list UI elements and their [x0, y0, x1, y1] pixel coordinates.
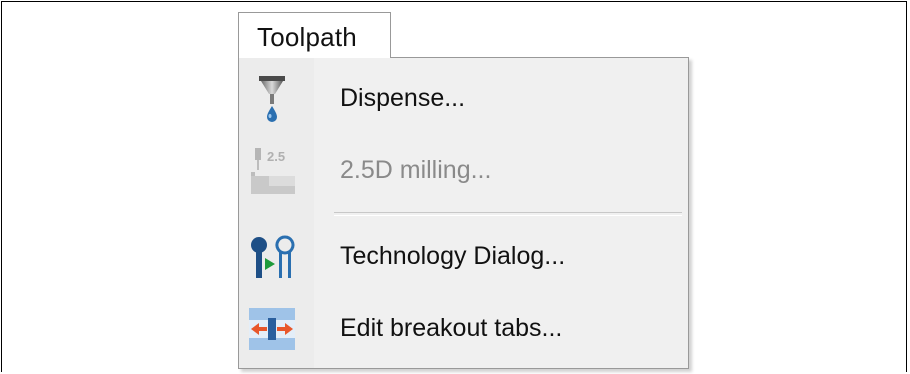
menu-tab-toolpath[interactable]: Toolpath [238, 12, 391, 58]
menu-item-label: Edit breakout tabs... [340, 314, 563, 342]
menu-item-technology-dialog[interactable]: Technology Dialog... [239, 226, 688, 288]
menu-item-label: 2.5D milling... [340, 156, 492, 184]
breakout-tabs-icon [249, 308, 295, 350]
menu-item-dispense[interactable]: Dispense... [239, 68, 688, 130]
menu-separator [334, 212, 682, 216]
menu-item-edit-breakout-tabs[interactable]: Edit breakout tabs... [239, 298, 688, 360]
dispense-icon [259, 76, 285, 122]
menu-item-2-5d-milling[interactable]: 2.5 2.5D milling... [239, 140, 688, 202]
milling-2-5d-icon: 2.5 [251, 148, 295, 194]
milling-icon-text: 2.5 [267, 149, 285, 164]
menu-tab-label: Toolpath [257, 22, 357, 52]
technology-dialog-icon [251, 235, 295, 278]
menu-item-label: Dispense... [340, 84, 466, 112]
toolpath-menu-dropdown: Dispense... 2.5 2.5D milling... Technolo… [238, 57, 689, 369]
menu-item-label: Technology Dialog... [340, 242, 566, 270]
